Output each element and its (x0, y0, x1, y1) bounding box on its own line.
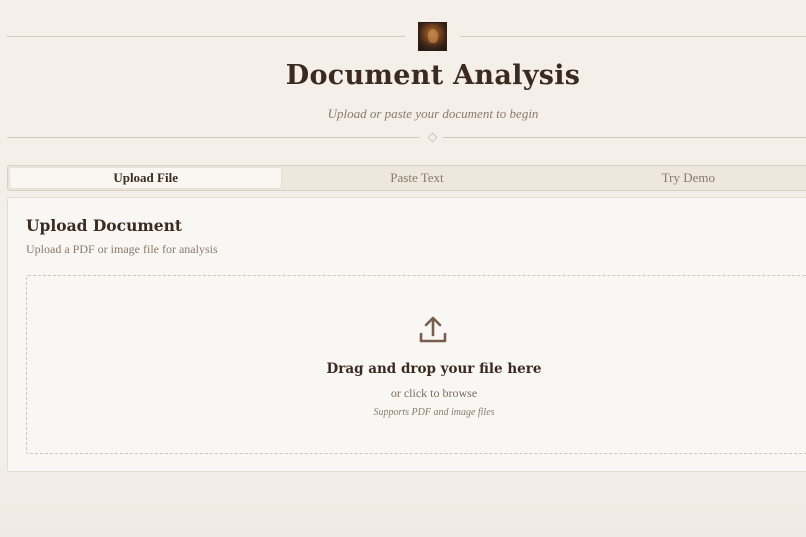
file-dropzone[interactable]: Drag and drop your file here or click to… (26, 275, 806, 454)
avatar (418, 22, 447, 51)
tab-upload-file[interactable]: Upload File (10, 168, 282, 188)
header-divider-right (460, 36, 806, 37)
upload-card: Upload Document Upload a PDF or image fi… (7, 197, 806, 472)
diamond-ornament-icon (427, 132, 438, 143)
page-subtitle: Upload or paste your document to begin (327, 106, 539, 121)
header-divider-left (7, 36, 405, 37)
dropzone-title: Drag and drop your file here (326, 361, 542, 377)
input-mode-tabs: Upload File Paste Text Try Demo (7, 165, 806, 191)
card-title: Upload Document (26, 216, 183, 235)
page-title: Document Analysis (285, 60, 581, 91)
upload-icon (419, 316, 447, 343)
ornament-divider-right (443, 137, 806, 138)
page-header: Document Analysis Upload or paste your d… (0, 0, 806, 150)
browse-link[interactable]: or click to browse (27, 386, 806, 401)
tab-paste-text[interactable]: Paste Text (281, 168, 552, 188)
card-description: Upload a PDF or image file for analysis (26, 242, 218, 256)
supported-formats-note: Supports PDF and image files (373, 407, 495, 418)
tab-try-demo[interactable]: Try Demo (553, 168, 806, 188)
ornament-divider-left (7, 137, 420, 138)
